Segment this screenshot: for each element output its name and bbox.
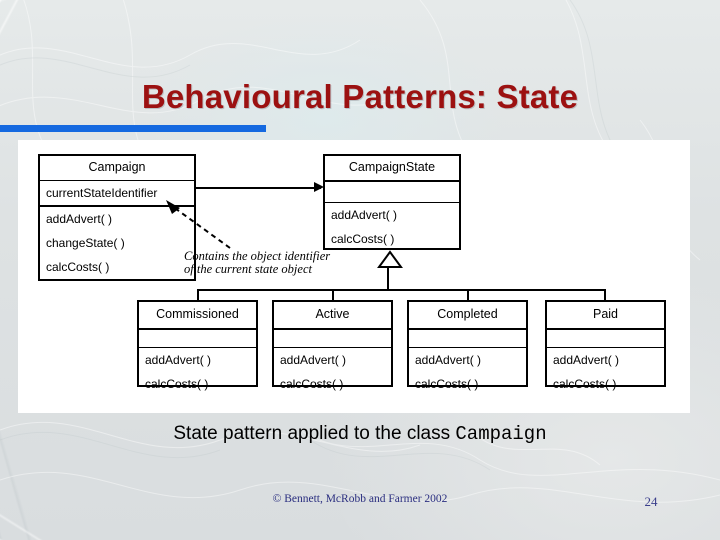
class-name-campaign: Campaign — [40, 156, 194, 181]
operation-row: addAdvert( ) — [280, 353, 347, 367]
generalization-triangle-icon — [377, 250, 403, 268]
class-name-completed: Completed — [409, 302, 526, 330]
attribute-row — [139, 330, 256, 350]
class-name-active: Active — [274, 302, 391, 330]
class-box-campaign-state[interactable]: CampaignState addAdvert( ) calcCosts( ) — [323, 154, 461, 250]
slide-page-number: 24 — [644, 494, 658, 509]
association-line — [196, 187, 321, 189]
generalization-drop-line — [332, 289, 334, 300]
operation-row: calcCosts( ) — [415, 377, 479, 391]
note-line-2: of the current state object — [184, 262, 312, 276]
class-box-paid[interactable]: Paid addAdvert( ) calcCosts( ) — [545, 300, 666, 391]
generalization-stem — [387, 267, 389, 289]
uml-diagram-panel: Campaign currentStateIdentifier addAdver… — [18, 140, 690, 413]
attribute-compartment-commissioned — [139, 330, 256, 348]
operation-row: calcCosts( ) — [280, 377, 344, 391]
attribute-row — [409, 330, 526, 350]
attribute-row — [547, 330, 664, 350]
attribute-compartment-completed — [409, 330, 526, 348]
class-name-paid: Paid — [547, 302, 664, 330]
operation-compartment-active: addAdvert( ) calcCosts( ) — [274, 348, 391, 396]
attribute-compartment-campaign-state — [325, 182, 459, 203]
operation-row: calcCosts( ) — [46, 260, 110, 274]
generalization-drop-line — [604, 289, 606, 300]
class-box-commissioned[interactable]: Commissioned addAdvert( ) calcCosts( ) — [137, 300, 258, 391]
title-underline-bar — [0, 125, 266, 132]
association-arrowhead-icon — [314, 182, 324, 192]
operation-row: calcCosts( ) — [145, 377, 209, 391]
operation-row: addAdvert( ) — [331, 208, 398, 222]
attribute-compartment-active — [274, 330, 391, 348]
diagram-note: Contains the object identifier of the cu… — [184, 250, 364, 276]
caption-text: State pattern applied to the class — [173, 423, 456, 444]
slide-caption: State pattern applied to the class Campa… — [0, 423, 720, 445]
attribute-row — [274, 330, 391, 350]
generalization-drop-line — [197, 289, 199, 300]
operation-compartment-paid: addAdvert( ) calcCosts( ) — [547, 348, 664, 396]
operation-row: addAdvert( ) — [553, 353, 620, 367]
class-box-completed[interactable]: Completed addAdvert( ) calcCosts( ) — [407, 300, 528, 391]
generalization-drop-line — [467, 289, 469, 300]
caption-class-name: Campaign — [455, 423, 547, 445]
slide-title: Behavioural Patterns: State — [141, 78, 579, 115]
note-leader-dashed-arrow — [166, 200, 231, 249]
attribute-compartment-paid — [547, 330, 664, 348]
generalization-bus-line — [197, 289, 606, 291]
operation-compartment-campaign-state: addAdvert( ) calcCosts( ) — [325, 203, 459, 251]
operation-compartment-commissioned: addAdvert( ) calcCosts( ) — [139, 348, 256, 396]
operation-row: calcCosts( ) — [331, 232, 395, 246]
attribute-row — [325, 182, 459, 202]
operation-row: addAdvert( ) — [415, 353, 482, 367]
class-box-active[interactable]: Active addAdvert( ) calcCosts( ) — [272, 300, 393, 391]
operation-row: addAdvert( ) — [145, 353, 212, 367]
slide-canvas: Behavioural Patterns: State Campaign cur… — [0, 0, 720, 540]
operation-row: calcCosts( ) — [553, 377, 617, 391]
class-name-commissioned: Commissioned — [139, 302, 256, 330]
operation-compartment-completed: addAdvert( ) calcCosts( ) — [409, 348, 526, 396]
class-name-campaign-state: CampaignState — [325, 156, 459, 182]
footer-copyright: © Bennett, McRobb and Farmer 2002 — [272, 493, 448, 505]
